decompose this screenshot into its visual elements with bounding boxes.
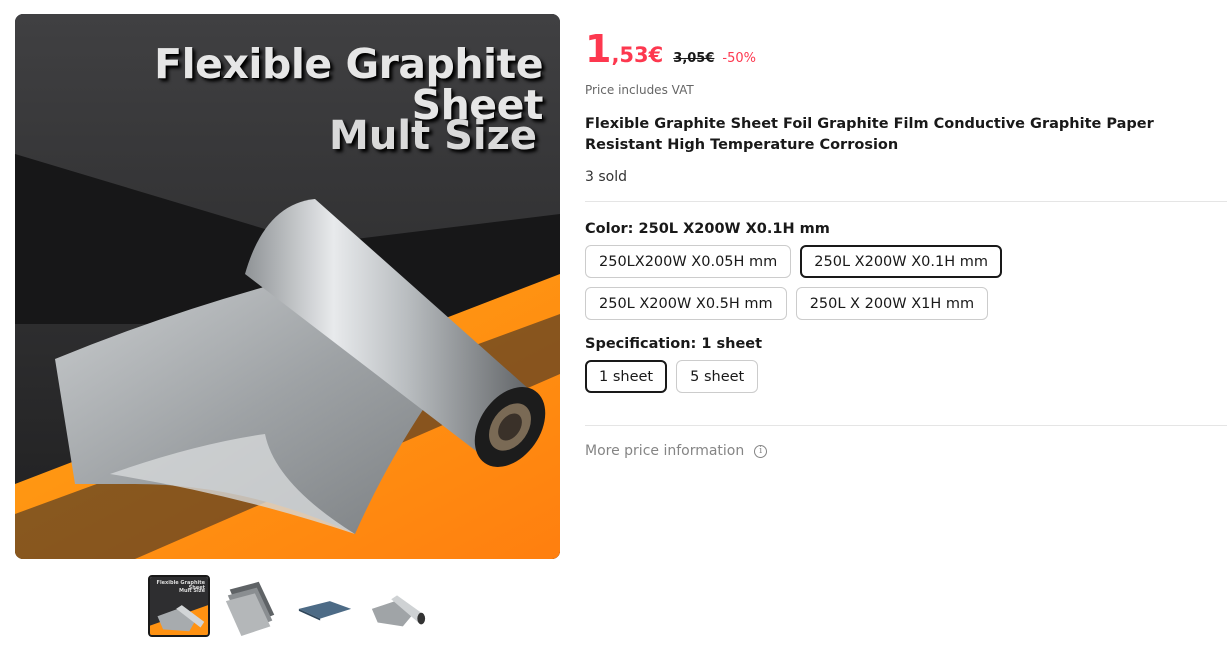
specification-options: 1 sheet 5 sheet <box>585 360 1185 393</box>
thumb-image <box>298 601 352 621</box>
vat-note: Price includes VAT <box>585 83 694 97</box>
price-decimal: ,53€ <box>611 43 664 67</box>
price-integer: 1 <box>585 27 612 71</box>
sold-count: 3 sold <box>585 169 627 185</box>
color-option-0.05h[interactable]: 250LX200W X0.05H mm <box>585 245 792 278</box>
info-icon[interactable]: i <box>754 444 768 458</box>
thumb-graphite-roll[interactable] <box>367 575 429 637</box>
product-details: 1 ,53€ 3,05€ -50% Price includes VAT Fle… <box>585 30 1227 459</box>
color-option-0.5h[interactable]: 250L X200W X0.5H mm <box>585 287 787 320</box>
main-product-image[interactable]: Flexible Graphite Sheet Mult Size <box>15 14 560 559</box>
thumb-image <box>371 595 426 627</box>
thumb-flexible-graphite-sheet[interactable]: Flexible Graphite Sheet Mult Size <box>148 575 210 637</box>
original-price: 3,05€ <box>673 51 715 66</box>
thumb-caption-sub: Mult Size <box>179 588 205 594</box>
more-price-link[interactable]: More price information i <box>585 443 1227 459</box>
thumb-single-sheet[interactable] <box>294 575 356 637</box>
color-options: 250LX200W X0.05H mm 250L X200W X0.1H mm … <box>585 245 1185 320</box>
product-title: Flexible Graphite Sheet Foil Graphite Fi… <box>585 116 1154 153</box>
thumbnail-strip: Flexible Graphite Sheet Mult Size <box>148 575 429 637</box>
discount-badge: -50% <box>722 51 756 66</box>
color-option-0.1h[interactable]: 250L X200W X0.1H mm <box>800 245 1002 278</box>
specification-label: Specification: 1 sheet <box>585 336 763 352</box>
image-subtitle: Mult Size <box>329 113 537 159</box>
thumb-stacked-sheets[interactable] <box>221 575 283 637</box>
thumb-image <box>225 581 275 636</box>
more-price-label: More price information <box>585 443 745 459</box>
divider <box>585 425 1227 426</box>
color-label: Color: 250L X200W X0.1H mm <box>585 221 830 237</box>
divider <box>585 201 1227 202</box>
color-option-1h[interactable]: 250L X 200W X1H mm <box>795 287 989 320</box>
price-row: 1 ,53€ 3,05€ -50% <box>585 30 1227 74</box>
spec-option-5-sheet[interactable]: 5 sheet <box>676 360 759 393</box>
spec-option-1-sheet[interactable]: 1 sheet <box>585 360 668 393</box>
